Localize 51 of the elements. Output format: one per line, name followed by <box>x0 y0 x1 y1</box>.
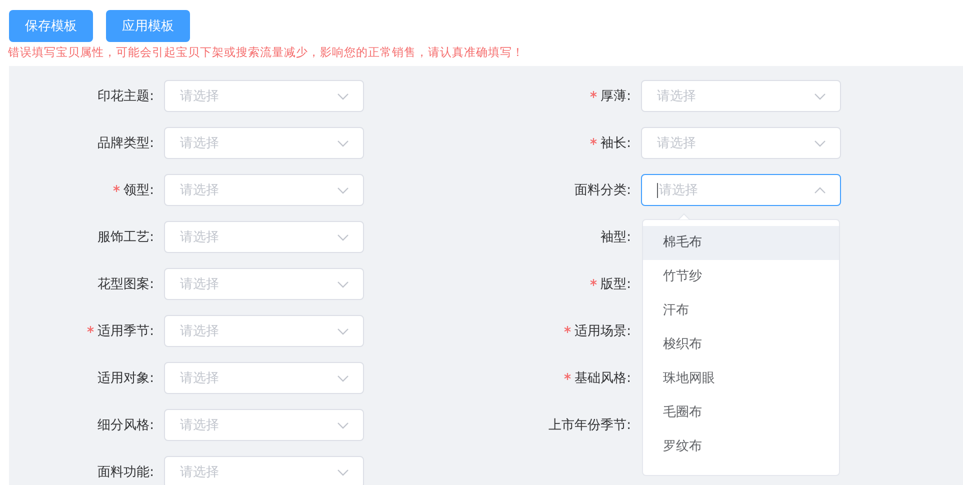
select-field[interactable]: 请选择 <box>164 315 364 347</box>
field-label: 袖长: <box>600 135 631 152</box>
dropdown-option[interactable]: 罗纹布 <box>643 430 839 464</box>
field-label: 服饰工艺: <box>98 229 154 246</box>
field-label: 基础风格: <box>574 370 631 387</box>
field-label: 细分风格: <box>98 417 154 434</box>
select-field[interactable]: 请选择 <box>164 362 364 394</box>
chevron-down-icon <box>337 468 349 476</box>
template-button[interactable]: 保存模板 <box>9 10 93 42</box>
chevron-down-icon <box>337 92 349 100</box>
field-label: 上市年份季节: <box>548 417 631 434</box>
chevron-down-icon <box>814 92 826 100</box>
field-label: 面料功能: <box>98 464 154 481</box>
chevron-down-icon <box>337 140 349 146</box>
select-field[interactable]: 请选择 <box>164 80 364 112</box>
dropdown-option[interactable]: 汗布 <box>643 294 839 328</box>
dropdown-option[interactable]: 竹节纱 <box>643 260 839 294</box>
select-field[interactable]: 请选择 <box>641 80 841 112</box>
chevron-down-icon <box>337 422 349 428</box>
select-field[interactable]: 请选择 <box>164 127 364 159</box>
dropdown-option[interactable]: 梭织布 <box>643 328 839 362</box>
field-label: 厚薄: <box>600 88 631 105</box>
field-label: 品牌类型: <box>98 135 154 152</box>
field-label: 花型图案: <box>98 276 154 293</box>
dropdown-option[interactable]: 珠地网眼 <box>643 362 839 396</box>
dropdown-option[interactable]: 毛圈布 <box>643 396 839 430</box>
field-label: 面料分类: <box>574 182 631 199</box>
field-label: 袖型: <box>600 229 631 246</box>
field-label: 领型: <box>124 182 154 199</box>
chevron-down-icon <box>814 140 826 146</box>
select-field[interactable]: 请选择 <box>164 268 364 300</box>
select-field[interactable]: 请选择 <box>164 174 364 206</box>
select-field[interactable]: 请选择 <box>164 409 364 441</box>
chevron-down-icon <box>337 234 349 240</box>
field-label: 印花主题: <box>98 88 154 105</box>
chevron-down-icon <box>337 374 349 382</box>
field-label: 适用季节: <box>98 323 154 340</box>
template-button[interactable]: 应用模板 <box>106 10 190 42</box>
warning-text: 错误填写宝贝属性，可能会引起宝贝下架或搜索流量减少，影响您的正常销售，请认真准确填写！ <box>8 44 524 60</box>
field-label: 版型: <box>600 276 631 293</box>
dropdown-option[interactable]: 棉毛布 <box>643 226 839 260</box>
field-label: 适用对象: <box>98 370 154 387</box>
select-field[interactable]: 请选择 <box>164 221 364 253</box>
chevron-down-icon <box>337 280 349 288</box>
field-label: 适用场景: <box>574 323 631 340</box>
select-field[interactable]: 请选择 <box>641 174 841 206</box>
chevron-up-icon <box>814 186 826 194</box>
chevron-down-icon <box>337 186 349 194</box>
select-field[interactable]: 请选择 <box>641 127 841 159</box>
select-field[interactable]: 请选择 <box>164 456 364 485</box>
chevron-down-icon <box>337 328 349 334</box>
